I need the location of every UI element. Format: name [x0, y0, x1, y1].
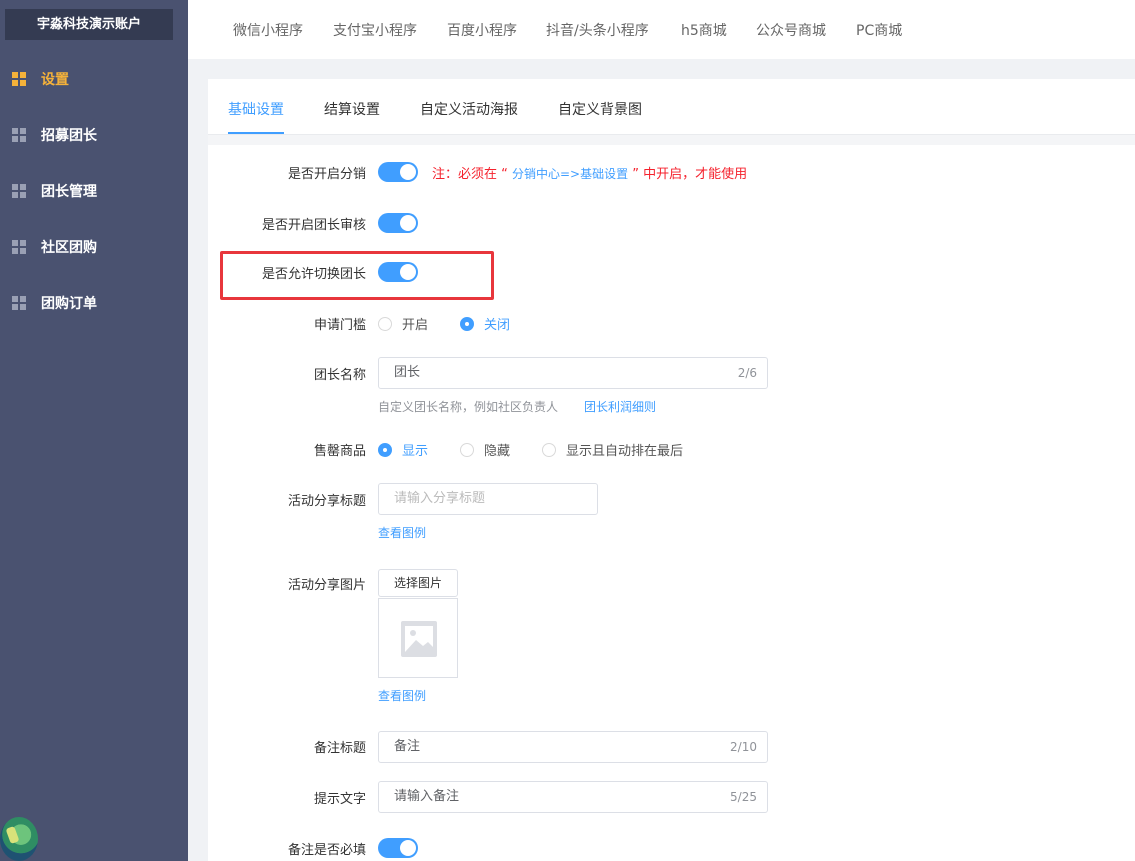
sold-out-radio-hide[interactable]: 隐藏 [460, 440, 510, 459]
leader-name-value: 团长 [394, 365, 421, 380]
radio-label: 显示且自动排在最后 [566, 444, 684, 459]
char-count: 2/10 [730, 740, 757, 754]
settings-subtabs: 基础设置 结算设置 自定义活动海报 自定义背景图 [208, 79, 1135, 135]
divider [208, 135, 1135, 145]
distribution-note: 注：必须在 “ 分销中心=>基础设置 ” 中开启，才能使用 [432, 163, 747, 182]
account-name[interactable]: 宇淼科技演示账户 [5, 9, 173, 40]
image-placeholder[interactable] [378, 598, 458, 678]
tab-custom-poster[interactable]: 自定义活动海报 [420, 99, 518, 119]
sidebar-item-label: 社区团购 [41, 240, 97, 256]
sold-out-radio-show[interactable]: 显示 [378, 440, 428, 459]
note-suffix: ” 中开启，才能使用 [628, 167, 748, 182]
prompt-text-input[interactable]: 请输入备注 5/25 [378, 781, 768, 813]
sold-out-label: 售罄商品 [313, 444, 366, 459]
select-image-button[interactable]: 选择图片 [378, 569, 458, 597]
radio-label: 显示 [402, 444, 429, 459]
prompt-text-label: 提示文字 [313, 792, 366, 807]
radio-dot [460, 442, 474, 457]
sidebar-item-group-orders[interactable]: 团购订单 [0, 283, 188, 323]
radio-label: 隐藏 [484, 444, 511, 459]
note-path: 分销中心=>基础设置 [512, 167, 629, 181]
tab-h5-mall[interactable]: h5商城 [681, 20, 727, 40]
sidebar-item-recruit-leader[interactable]: 招募团长 [0, 115, 188, 155]
radio-dot [460, 316, 474, 331]
tab-basic-settings[interactable]: 基础设置 [228, 99, 284, 119]
remark-title-label: 备注标题 [313, 741, 366, 756]
radio-label: 关闭 [484, 318, 511, 333]
share-image-label: 活动分享图片 [287, 578, 366, 593]
remark-required-switch[interactable] [378, 838, 418, 858]
prompt-text-value: 请输入备注 [394, 789, 460, 804]
image-icon [401, 621, 437, 657]
note-prefix: 注：必须在 “ [432, 167, 512, 182]
sold-out-radio-show-last[interactable]: 显示且自动排在最后 [542, 440, 683, 459]
grid-icon [12, 128, 26, 142]
sidebar-item-community-group-buy[interactable]: 社区团购 [0, 227, 188, 267]
grid-icon [12, 184, 26, 198]
share-title-label: 活动分享标题 [287, 494, 366, 509]
threshold-label: 申请门槛 [313, 318, 366, 333]
leader-name-input[interactable]: 团长 2/6 [378, 357, 768, 389]
radio-dot [378, 442, 392, 457]
leader-profit-rules-link[interactable]: 团长利润细则 [584, 398, 656, 415]
sidebar-item-label: 团购订单 [41, 296, 97, 312]
sidebar: 宇淼科技演示账户 设置 招募团长 团长管理 社区团购 团购订单 [0, 0, 188, 861]
tab-douyin-miniprogram[interactable]: 抖音/头条小程序 [546, 20, 649, 40]
threshold-radio-off[interactable]: 关闭 [460, 314, 510, 333]
view-example-link[interactable]: 查看图例 [378, 524, 426, 541]
enable-distribution-label: 是否开启分销 [287, 167, 366, 182]
tab-baidu-miniprogram[interactable]: 百度小程序 [447, 20, 517, 40]
tab-official-account-mall[interactable]: 公众号商城 [756, 20, 826, 40]
tab-wechat-miniprogram[interactable]: 微信小程序 [233, 20, 303, 40]
remark-title-value: 备注 [394, 739, 421, 754]
enable-distribution-switch[interactable] [378, 162, 418, 182]
leader-name-hint: 自定义团长名称，例如社区负责人 [378, 400, 559, 414]
radio-label: 开启 [402, 318, 429, 333]
tab-settlement-settings[interactable]: 结算设置 [324, 99, 380, 119]
sidebar-item-label: 招募团长 [41, 128, 97, 144]
remark-required-label: 备注是否必填 [287, 843, 366, 858]
radio-dot [378, 316, 392, 331]
tab-pc-mall[interactable]: PC商城 [856, 20, 902, 40]
char-count: 5/25 [730, 790, 757, 804]
sidebar-item-label: 团长管理 [41, 184, 97, 200]
share-title-placeholder: 请输入分享标题 [394, 491, 486, 506]
allow-switch-leader-label: 是否允许切换团长 [261, 267, 366, 282]
char-count: 2/6 [737, 366, 757, 380]
sidebar-item-label: 设置 [41, 72, 69, 88]
active-tab-indicator [228, 132, 284, 134]
threshold-radio-on[interactable]: 开启 [378, 314, 428, 333]
tab-alipay-miniprogram[interactable]: 支付宝小程序 [333, 20, 417, 40]
settings-panel: 基础设置 结算设置 自定义活动海报 自定义背景图 是否开启分销 注：必须在 “ … [208, 79, 1135, 861]
grid-icon [12, 72, 26, 86]
sidebar-item-settings[interactable]: 设置 [0, 59, 188, 99]
avatar[interactable] [0, 817, 38, 861]
enable-review-switch[interactable] [378, 213, 418, 233]
grid-icon [12, 240, 26, 254]
remark-title-input[interactable]: 备注 2/10 [378, 731, 768, 763]
enable-review-label: 是否开启团长审核 [261, 218, 366, 233]
platform-tabs: 微信小程序 支付宝小程序 百度小程序 抖音/头条小程序 h5商城 公众号商城 P… [188, 0, 1135, 59]
sidebar-item-leader-management[interactable]: 团长管理 [0, 171, 188, 211]
allow-switch-leader-switch[interactable] [378, 262, 418, 282]
leader-name-label: 团长名称 [313, 368, 366, 383]
share-title-input[interactable]: 请输入分享标题 [378, 483, 598, 515]
tab-custom-background[interactable]: 自定义背景图 [558, 99, 642, 119]
view-example-link-2[interactable]: 查看图例 [378, 687, 426, 704]
grid-icon [12, 296, 26, 310]
radio-dot [542, 442, 556, 457]
